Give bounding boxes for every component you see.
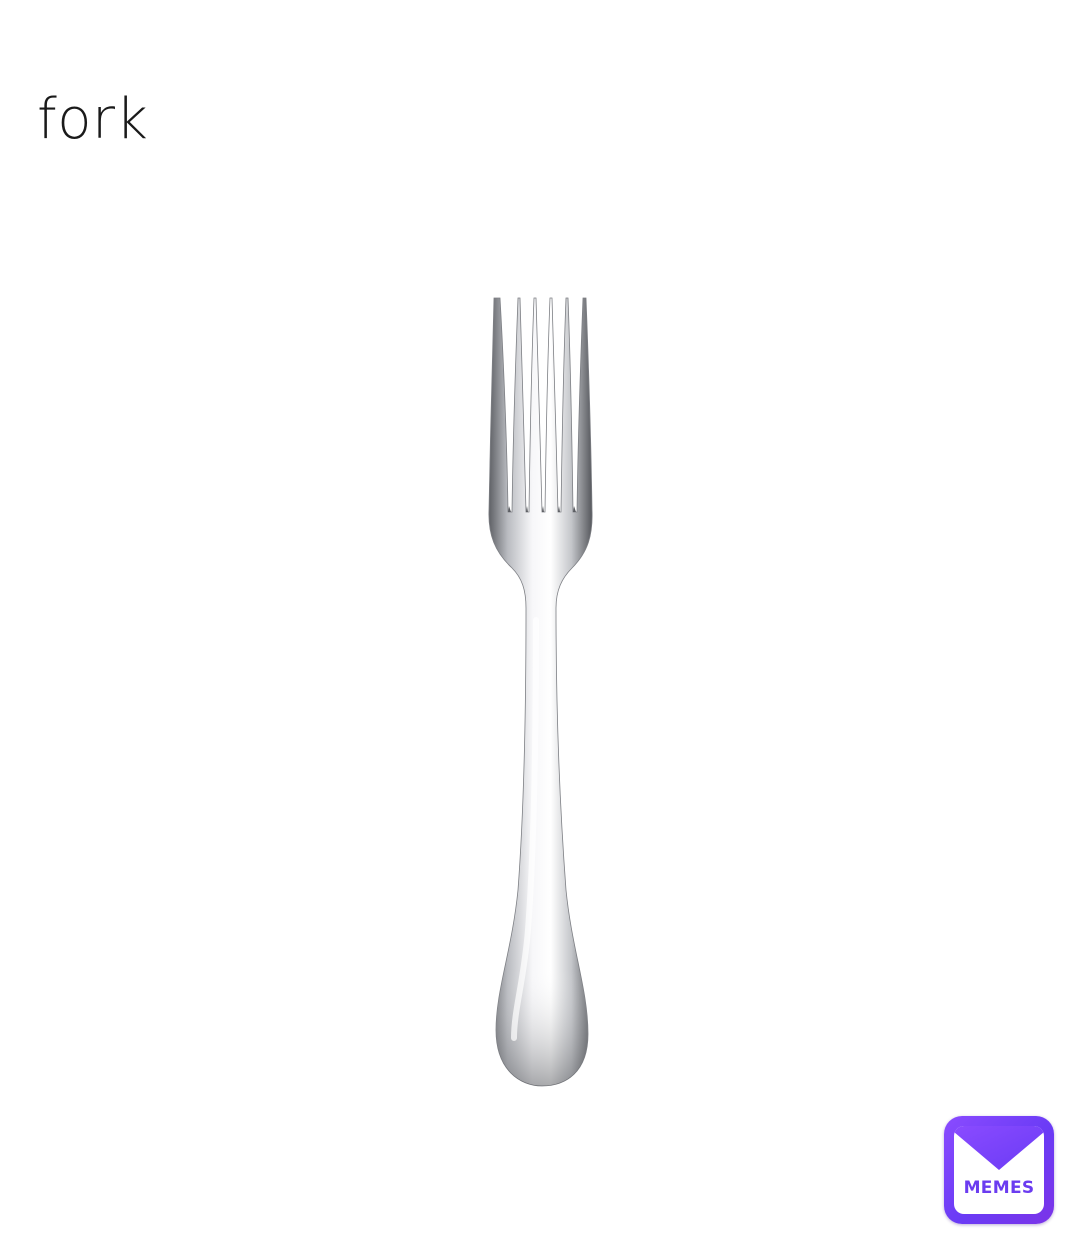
envelope-logo-icon [954, 1126, 1044, 1170]
watermark-label: MEMES [963, 1178, 1035, 1198]
memes-watermark: MEMES [944, 1116, 1054, 1224]
watermark-card: MEMES [954, 1126, 1044, 1214]
caption-text: fork [37, 87, 149, 152]
fork-image [470, 290, 610, 1090]
